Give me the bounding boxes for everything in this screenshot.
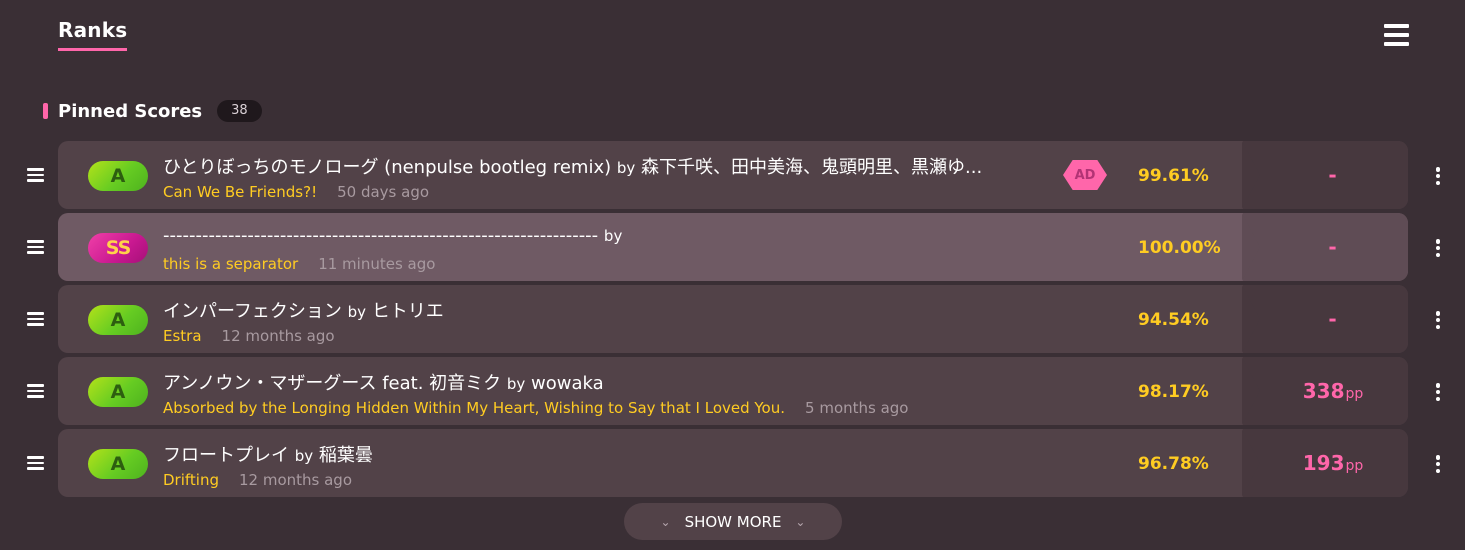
score-row[interactable]: A アンノウン・マザーグース feat. 初音ミク by wowaka Abso…: [0, 357, 1465, 425]
score-meta: Estra 12 months ago: [163, 327, 335, 345]
pinned-scores-list: A ひとりぼっちのモノローグ (nenpulse bootleg remix) …: [0, 141, 1465, 501]
accuracy: 100.00%: [1138, 238, 1221, 258]
grade-badge: A: [88, 161, 148, 191]
by-label: by: [616, 159, 636, 177]
pp-unit: pp: [1345, 458, 1364, 474]
drag-handle-icon[interactable]: [27, 384, 44, 398]
beatmap-title[interactable]: アンノウン・マザーグース feat. 初音ミク by wowaka: [163, 369, 1053, 395]
score-meta: Absorbed by the Longing Hidden Within My…: [163, 399, 909, 417]
pp-number: 338: [1302, 379, 1345, 403]
pp-value: -: [1258, 141, 1408, 209]
score-row[interactable]: A インパーフェクション by ヒトリエ Estra 12 months ago …: [0, 285, 1465, 353]
beatmap-title[interactable]: ひとりぼっちのモノローグ (nenpulse bootleg remix) by…: [163, 153, 1053, 179]
tab-ranks[interactable]: Ranks: [58, 18, 128, 51]
time-ago: 12 months ago: [238, 471, 352, 489]
song-title: ----------------------------------------…: [163, 225, 599, 246]
score-card[interactable]: A ひとりぼっちのモノローグ (nenpulse bootleg remix) …: [58, 141, 1408, 209]
artist-name: 稲葉曇: [318, 445, 373, 466]
pp-number: -: [1328, 235, 1337, 259]
grade-badge: A: [88, 449, 148, 479]
time-ago: 50 days ago: [337, 183, 430, 201]
score-card[interactable]: A インパーフェクション by ヒトリエ Estra 12 months ago …: [58, 285, 1408, 353]
pp-number: -: [1328, 307, 1337, 331]
grade-badge: A: [88, 305, 148, 335]
kebab-menu-icon[interactable]: [1435, 455, 1441, 473]
pp-unit: pp: [1345, 386, 1364, 402]
song-title: ひとりぼっちのモノローグ (nenpulse bootleg remix): [163, 157, 612, 178]
grade-badge: SS: [88, 233, 148, 263]
score-card[interactable]: SS -------------------------------------…: [58, 213, 1408, 281]
section-accent-bar: [43, 103, 48, 119]
score-meta: Can We Be Friends?! 50 days ago: [163, 183, 429, 201]
score-meta: Drifting 12 months ago: [163, 471, 352, 489]
difficulty-name: this is a separator: [163, 255, 299, 273]
kebab-menu-icon[interactable]: [1435, 383, 1441, 401]
beatmap-title[interactable]: インパーフェクション by ヒトリエ: [163, 297, 1053, 323]
pp-number: -: [1328, 163, 1337, 187]
score-row[interactable]: A フロートプレイ by 稲葉曇 Drifting 12 months ago 9…: [0, 429, 1465, 497]
score-meta: this is a separator 11 minutes ago: [163, 255, 435, 273]
pp-number: 193: [1302, 451, 1345, 475]
difficulty-name: Estra: [163, 327, 202, 345]
pp-value: 193 pp: [1258, 429, 1408, 497]
section-title: Pinned Scores: [58, 100, 203, 122]
song-title: アンノウン・マザーグース feat. 初音ミク: [163, 373, 502, 394]
song-title: インパーフェクション: [163, 301, 342, 322]
chevron-down-icon: ⌄: [795, 514, 806, 529]
artist-name: ヒトリエ: [371, 301, 444, 322]
kebab-menu-icon[interactable]: [1435, 239, 1441, 257]
difficulty-name: Can We Be Friends?!: [163, 183, 318, 201]
by-label: by: [347, 303, 367, 321]
show-more-button[interactable]: ⌄ SHOW MORE ⌄: [624, 503, 842, 540]
accuracy: 96.78%: [1138, 454, 1209, 474]
grade-badge: A: [88, 377, 148, 407]
drag-handle-icon[interactable]: [27, 168, 44, 182]
accuracy: 99.61%: [1138, 166, 1209, 186]
pinned-scores-header: Pinned Scores 38: [43, 100, 262, 122]
time-ago: 12 months ago: [221, 327, 335, 345]
pp-value: -: [1258, 213, 1408, 281]
difficulty-name: Drifting: [163, 471, 219, 489]
time-ago: 5 months ago: [805, 399, 909, 417]
by-label: by: [603, 227, 623, 245]
kebab-menu-icon[interactable]: [1435, 311, 1441, 329]
pp-value: -: [1258, 285, 1408, 353]
score-row[interactable]: SS -------------------------------------…: [0, 213, 1465, 281]
accuracy: 94.54%: [1138, 310, 1209, 330]
song-title: フロートプレイ: [163, 445, 289, 466]
tabs: Ranks: [58, 18, 128, 51]
artist-name: wowaka: [531, 373, 604, 394]
by-label: by: [506, 375, 526, 393]
time-ago: 11 minutes ago: [318, 255, 436, 273]
pp-value: 338 pp: [1258, 357, 1408, 425]
difficulty-name: Absorbed by the Longing Hidden Within My…: [163, 399, 786, 417]
show-more-label: SHOW MORE: [684, 512, 782, 531]
beatmap-title[interactable]: フロートプレイ by 稲葉曇: [163, 441, 1053, 467]
score-card[interactable]: A アンノウン・マザーグース feat. 初音ミク by wowaka Abso…: [58, 357, 1408, 425]
chevron-down-icon: ⌄: [660, 514, 671, 529]
accuracy: 98.17%: [1138, 382, 1209, 402]
drag-handle-icon[interactable]: [27, 456, 44, 470]
hamburger-menu-icon[interactable]: [1384, 24, 1409, 46]
drag-handle-icon[interactable]: [27, 240, 44, 254]
score-row[interactable]: A ひとりぼっちのモノローグ (nenpulse bootleg remix) …: [0, 141, 1465, 209]
drag-handle-icon[interactable]: [27, 312, 44, 326]
mod-badge-ad: AD: [1063, 160, 1107, 190]
score-card[interactable]: A フロートプレイ by 稲葉曇 Drifting 12 months ago 9…: [58, 429, 1408, 497]
artist-name: 森下千咲、田中美海、鬼頭明里、黒瀬ゆ...: [641, 157, 983, 178]
section-count-badge: 38: [217, 100, 262, 122]
by-label: by: [294, 447, 314, 465]
beatmap-title[interactable]: ----------------------------------------…: [163, 225, 1053, 246]
kebab-menu-icon[interactable]: [1435, 167, 1441, 185]
